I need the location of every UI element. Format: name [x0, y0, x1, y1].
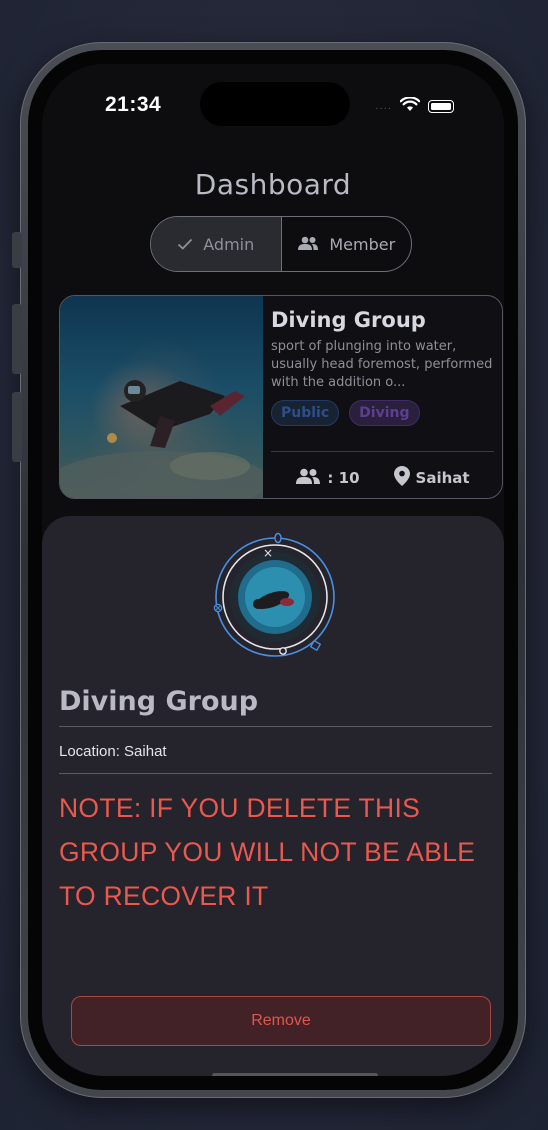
- check-icon: [177, 235, 193, 254]
- divider: [59, 726, 492, 727]
- segment-member[interactable]: Member: [280, 217, 412, 271]
- signal-dots: ....: [375, 101, 392, 112]
- group-card-image: [60, 296, 263, 498]
- volume-up-button: [12, 304, 22, 374]
- dynamic-island: [200, 82, 350, 126]
- phone-frame: 21:34 .... Dashboard Admin Member Diving…: [12, 42, 526, 1098]
- segment-admin-label: Admin: [203, 234, 255, 254]
- divider: [59, 773, 492, 774]
- tag-diving: Diving: [349, 400, 420, 426]
- delete-warning-note: NOTE: IF YOU DELETE THIS GROUP YOU WILL …: [59, 793, 476, 911]
- group-avatar[interactable]: ×: [210, 532, 340, 662]
- volume-down-button: [12, 392, 22, 462]
- group-card-title: Diving Group: [271, 308, 426, 332]
- screen: 21:34 .... Dashboard Admin Member Diving…: [42, 64, 504, 1076]
- phone-bezel: 21:34 .... Dashboard Admin Member Diving…: [28, 50, 518, 1090]
- sheet-location: Location: Saihat: [59, 743, 167, 760]
- location-pin-icon: [393, 466, 410, 490]
- tag-public: Public: [271, 400, 340, 426]
- segment-member-label: Member: [329, 234, 396, 254]
- status-bar: 21:34 ....: [42, 64, 504, 126]
- role-segmented-control: Admin Member: [150, 216, 412, 272]
- group-card-stats: : 10 Saihat: [271, 466, 494, 490]
- member-count-value: : 10: [327, 469, 360, 487]
- battery-icon: [428, 100, 454, 113]
- home-indicator[interactable]: [212, 1073, 378, 1076]
- people-icon: [295, 468, 321, 488]
- status-icons: ....: [375, 96, 454, 116]
- status-time: 21:34: [105, 93, 162, 116]
- group-location-label: Saihat: [415, 469, 470, 487]
- member-count: : 10: [295, 466, 360, 490]
- delete-group-sheet: × Diving Group Location: Saihat NOTE: IF…: [42, 516, 504, 1076]
- remove-button[interactable]: Remove: [71, 996, 491, 1046]
- people-icon: [297, 235, 319, 254]
- svg-text:×: ×: [263, 546, 273, 560]
- card-divider: [271, 451, 494, 452]
- page-title: Dashboard: [194, 168, 352, 201]
- group-card-description: sport of plunging into water, usually he…: [271, 339, 493, 390]
- group-location: Saihat: [393, 466, 470, 490]
- group-card[interactable]: Diving Group sport of plunging into wate…: [59, 295, 503, 499]
- wifi-icon: [399, 96, 421, 116]
- mute-switch: [12, 232, 22, 268]
- sheet-group-title: Diving Group: [59, 686, 259, 717]
- segment-admin[interactable]: Admin: [151, 217, 281, 271]
- group-card-tags: Public Diving: [271, 400, 494, 426]
